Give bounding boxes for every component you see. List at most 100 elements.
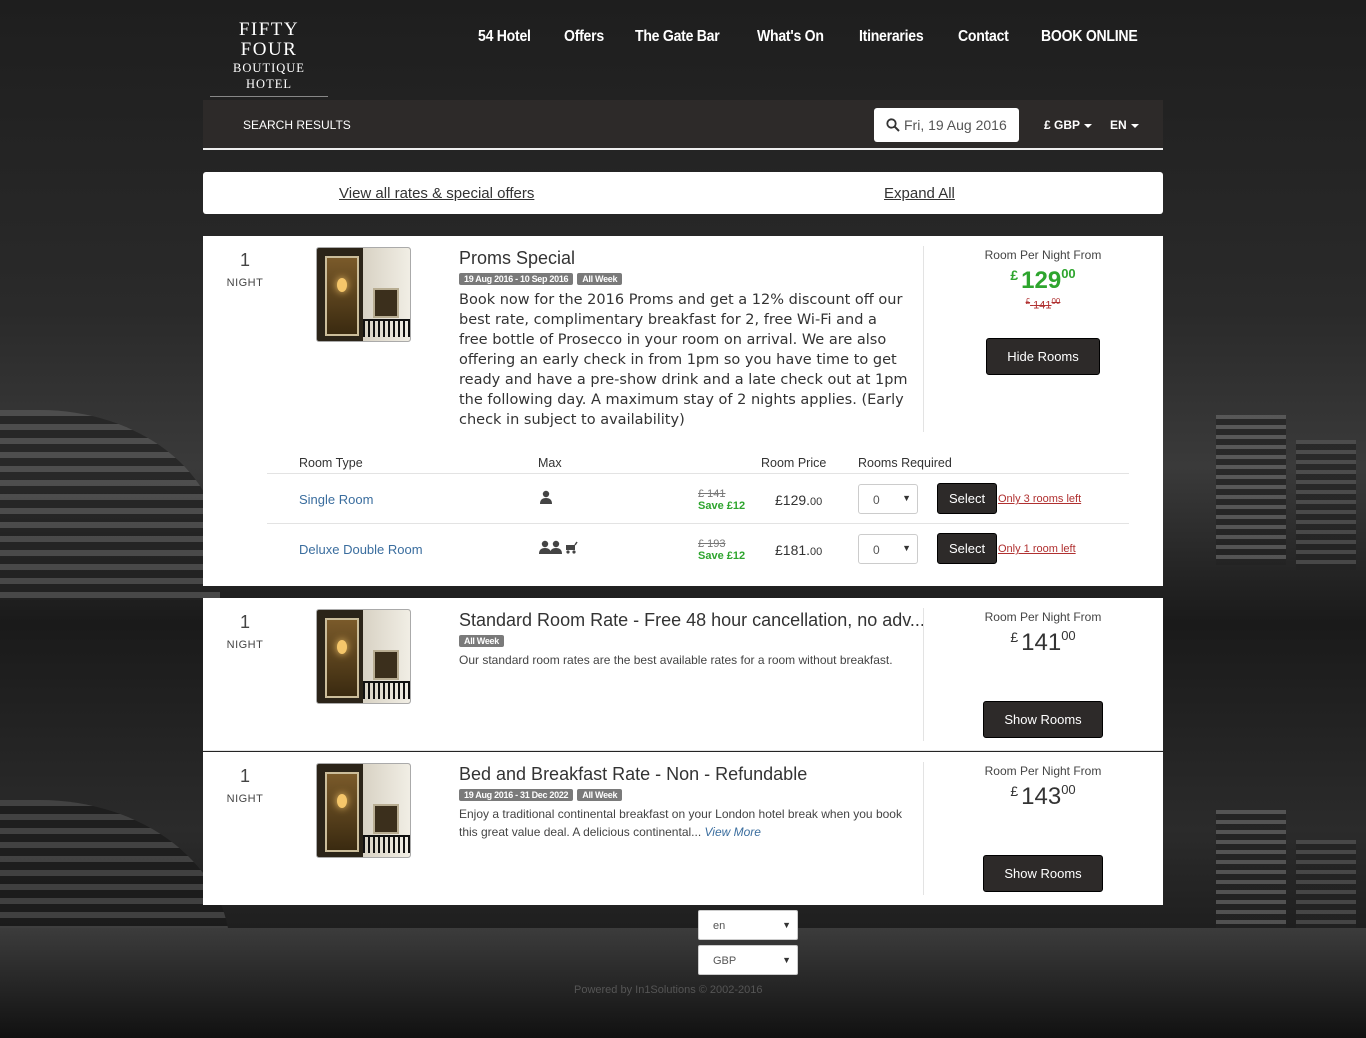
price-box: Room Per Night From £14100 Show Rooms: [943, 610, 1143, 738]
footer-currency-select[interactable]: GBP ▼: [698, 945, 798, 975]
room-name-link[interactable]: Deluxe Double Room: [299, 542, 423, 557]
currency-label: £ GBP: [1044, 118, 1081, 132]
rooms-quantity-select[interactable]: 0 ▼: [858, 484, 918, 514]
nights-number: 1: [239, 766, 250, 786]
rate-badges: All Week: [459, 635, 504, 647]
rate-thumbnail[interactable]: [316, 609, 411, 704]
divider: [923, 608, 924, 741]
room-table: Room Type Max Room Price Rooms Required …: [267, 450, 1129, 574]
current-price: £12900: [1010, 266, 1076, 294]
nav-book-online[interactable]: BOOK ONLINE: [1041, 28, 1138, 46]
savings-info: £ 193 Save £12: [698, 538, 745, 562]
rate-title: Proms Special: [459, 248, 576, 268]
rate-description-text: Enjoy a traditional continental breakfas…: [459, 807, 902, 839]
select-room-button[interactable]: Select: [937, 533, 998, 564]
date-value: Fri, 19 Aug 2016: [904, 117, 1007, 133]
show-rooms-button[interactable]: Show Rooms: [983, 855, 1103, 892]
caret-down-icon: ▼: [902, 493, 911, 503]
rate-card-standard: 1 NIGHT Standard Room Rate - Free 48 hou…: [203, 598, 1163, 751]
language-label: EN: [1110, 118, 1127, 132]
view-more-link[interactable]: View More: [705, 825, 761, 839]
all-week-badge: All Week: [577, 789, 623, 801]
rate-card-bed-and-breakfast: 1 NIGHT Bed and Breakfast Rate - Non - R…: [203, 752, 1163, 905]
current-price: £14100: [1010, 628, 1076, 656]
room-row-single: Single Room £ 141 Save £12 £129.00 0 ▼ Se…: [267, 474, 1129, 524]
price-from-label: Room Per Night From: [984, 248, 1102, 262]
nav-offers[interactable]: Offers: [564, 28, 604, 46]
select-room-button[interactable]: Select: [937, 483, 998, 514]
nights-count: 1 NIGHT: [225, 612, 265, 651]
caret-down-icon: [1130, 123, 1139, 128]
price-from-label: Room Per Night From: [984, 610, 1102, 624]
savings-info: £ 141 Save £12: [698, 488, 745, 512]
availability-link[interactable]: Only 3 rooms left: [998, 493, 1081, 505]
date-picker[interactable]: Fri, 19 Aug 2016: [874, 108, 1019, 142]
room-name-link[interactable]: Single Room: [299, 492, 373, 507]
rate-badges: 19 Aug 2016 - 10 Sep 2016 All Week: [459, 273, 623, 285]
city-hall-building: [0, 800, 230, 1000]
current-price: £14300: [1010, 782, 1076, 810]
col-room-price: Room Price: [761, 456, 827, 470]
city-hall-building: [0, 410, 220, 600]
nights-count: 1 NIGHT: [225, 766, 265, 805]
nights-label: NIGHT: [226, 277, 264, 289]
footer-language-select[interactable]: en ▼: [698, 910, 798, 940]
search-results-title: SEARCH RESULTS: [243, 118, 351, 132]
hide-rooms-button[interactable]: Hide Rooms: [986, 337, 1100, 375]
caret-down-icon: ▼: [782, 955, 791, 965]
rate-title: Standard Room Rate - Free 48 hour cancel…: [459, 610, 925, 630]
nav-whats-on[interactable]: What's On: [757, 28, 824, 46]
caret-down-icon: ▼: [902, 543, 911, 553]
nights-count: 1 NIGHT: [225, 250, 265, 289]
expand-all-link[interactable]: Expand All: [884, 185, 955, 202]
rooms-quantity-select[interactable]: 0 ▼: [858, 534, 918, 564]
search-bar: SEARCH RESULTS Fri, 19 Aug 2016 £ GBP EN: [203, 100, 1163, 150]
river: [0, 928, 1366, 1038]
tower-building: [1216, 810, 1286, 960]
person-icon: [540, 490, 552, 504]
nights-label: NIGHT: [226, 639, 264, 651]
max-occupancy: [539, 490, 553, 504]
options-bar: View all rates & special offers Expand A…: [203, 172, 1163, 214]
rate-description: Our standard room rates are the best ava…: [459, 653, 893, 667]
divider: [923, 246, 924, 432]
currency-dropdown[interactable]: £ GBP: [1044, 118, 1093, 132]
room-row-deluxe-double: Deluxe Double Room £ 193 Save £12 £181.0…: [267, 524, 1129, 574]
col-max: Max: [538, 456, 562, 470]
tower-building: [1296, 440, 1356, 570]
nav-itineraries[interactable]: Itineraries: [859, 28, 924, 46]
caret-down-icon: ▼: [782, 920, 791, 930]
caret-down-icon: [1084, 123, 1093, 128]
was-price: £ 141: [698, 488, 726, 500]
original-price: £ 14100: [1025, 297, 1061, 312]
tower-building: [1296, 840, 1356, 970]
logo-line-1: FIFTY FOUR: [238, 19, 300, 60]
rate-description: Book now for the 2016 Proms and get a 12…: [459, 292, 908, 428]
room-price: £129.00: [775, 492, 823, 508]
site-header: FIFTY FOUR BOUTIQUE HOTEL 54 Hotel Offer…: [203, 0, 1163, 114]
nights-number: 1: [239, 612, 250, 632]
show-rooms-button[interactable]: Show Rooms: [983, 701, 1103, 738]
search-icon: [886, 118, 900, 132]
col-room-type: Room Type: [299, 456, 363, 470]
nav-the-gate-bar[interactable]: The Gate Bar: [635, 28, 720, 46]
cot-icon: [566, 541, 578, 554]
max-occupancy: [539, 540, 578, 554]
room-price: £181.00: [775, 542, 823, 558]
view-all-rates-link[interactable]: View all rates & special offers: [339, 185, 534, 202]
language-dropdown[interactable]: EN: [1110, 118, 1139, 132]
date-range-badge: 19 Aug 2016 - 10 Sep 2016: [459, 273, 574, 285]
save-amount: Save £12: [698, 550, 746, 562]
divider: [923, 762, 924, 895]
rate-thumbnail[interactable]: [316, 763, 411, 858]
rate-thumbnail[interactable]: [316, 247, 411, 342]
price-from-label: Room Per Night From: [984, 764, 1102, 778]
rate-title: Bed and Breakfast Rate - Non - Refundabl…: [459, 764, 808, 784]
availability-link[interactable]: Only 1 room left: [998, 543, 1076, 555]
two-persons-icon: [539, 540, 562, 554]
nav-contact[interactable]: Contact: [958, 28, 1009, 46]
all-week-badge: All Week: [577, 273, 623, 285]
nav-54-hotel[interactable]: 54 Hotel: [478, 28, 531, 46]
rate-badges: 19 Aug 2016 - 31 Dec 2022 All Week: [459, 789, 623, 801]
price-box: Room Per Night From £14300 Show Rooms: [943, 764, 1143, 892]
